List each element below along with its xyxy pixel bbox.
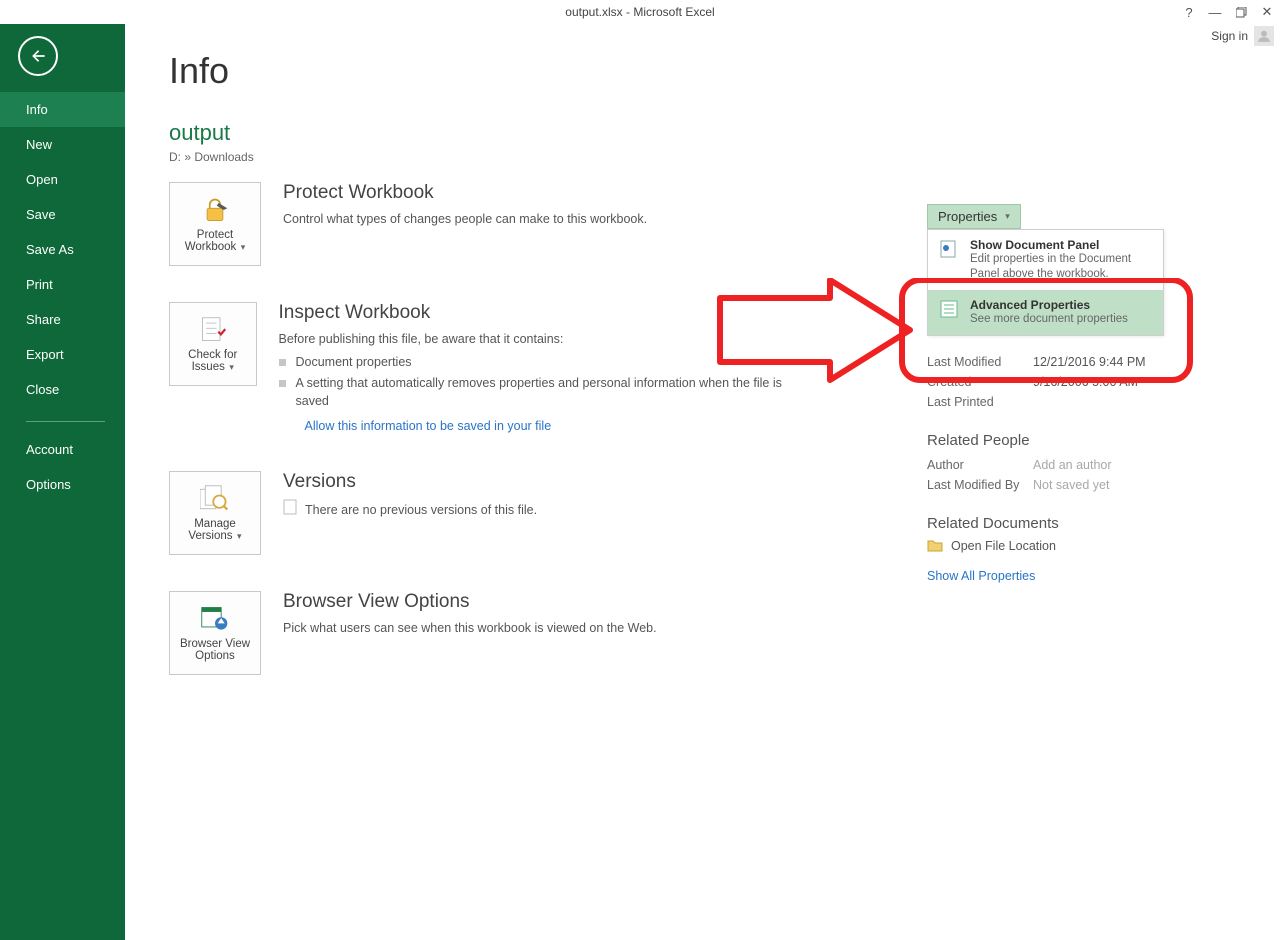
checklist-icon xyxy=(199,315,227,345)
prop-row-last-modified-by: Last Modified ByNot saved yet xyxy=(927,475,1187,495)
versions-desc: There are no previous versions of this f… xyxy=(305,501,537,520)
sidebar-item-save[interactable]: Save xyxy=(0,197,125,232)
back-button[interactable] xyxy=(18,36,58,76)
versions-icon xyxy=(200,484,230,514)
prop-row-last-modified: Last Modified12/21/2016 9:44 PM xyxy=(927,352,1187,372)
sidebar-item-save-as[interactable]: Save As xyxy=(0,232,125,267)
related-documents-heading: Related Documents xyxy=(927,515,1187,532)
show-all-properties-link[interactable]: Show All Properties xyxy=(927,569,1187,583)
show-document-panel-item[interactable]: Show Document PanelEdit properties in th… xyxy=(928,230,1163,290)
sidebar-item-open[interactable]: Open xyxy=(0,162,125,197)
prop-row-created: Created9/16/2006 5:00 AM xyxy=(927,372,1187,392)
versions-heading: Versions xyxy=(283,471,537,493)
open-file-location[interactable]: Open File Location xyxy=(927,538,1187,555)
inspect-heading: Inspect Workbook xyxy=(279,302,790,324)
lock-icon xyxy=(200,195,230,225)
close-icon[interactable]: ✕ xyxy=(1260,5,1274,19)
sidebar-item-info[interactable]: Info xyxy=(0,92,125,127)
protect-desc: Control what types of changes people can… xyxy=(283,210,647,229)
chevron-down-icon: ▾ xyxy=(235,531,242,541)
title-bar: output.xlsx - Microsoft Excel ? — ✕ xyxy=(0,0,1280,24)
folder-icon xyxy=(927,538,943,555)
sidebar-item-close[interactable]: Close xyxy=(0,372,125,407)
inspect-bullet: A setting that automatically removes pro… xyxy=(279,374,790,410)
restore-icon[interactable] xyxy=(1234,5,1248,19)
doc-panel-icon xyxy=(938,238,960,260)
file-name: output xyxy=(169,120,1280,146)
backstage-sidebar: Info New Open Save Save As Print Share E… xyxy=(0,24,125,940)
protect-heading: Protect Workbook xyxy=(283,182,647,204)
chevron-down-icon: ▾ xyxy=(1005,211,1010,222)
sidebar-item-share[interactable]: Share xyxy=(0,302,125,337)
window-title: output.xlsx - Microsoft Excel xyxy=(565,5,714,19)
related-people-heading: Related People xyxy=(927,432,1187,449)
list-icon xyxy=(938,298,960,320)
browser-heading: Browser View Options xyxy=(283,591,657,613)
sidebar-item-export[interactable]: Export xyxy=(0,337,125,372)
check-for-issues-button[interactable]: Check for Issues ▾ xyxy=(169,302,257,386)
browser-view-options-button[interactable]: Browser View Options xyxy=(169,591,261,675)
browser-view-icon xyxy=(200,604,230,634)
sidebar-item-account[interactable]: Account xyxy=(0,432,125,467)
manage-versions-button[interactable]: Manage Versions ▾ xyxy=(169,471,261,555)
sidebar-item-options[interactable]: Options xyxy=(0,467,125,502)
properties-dropdown-menu: Show Document PanelEdit properties in th… xyxy=(927,229,1164,336)
inspect-desc: Before publishing this file, be aware th… xyxy=(279,330,790,349)
prop-row-last-printed: Last Printed xyxy=(927,392,1187,412)
file-path: D: » Downloads xyxy=(169,150,1280,164)
properties-dropdown-button[interactable]: Properties ▾ xyxy=(927,204,1021,229)
browser-desc: Pick what users can see when this workbo… xyxy=(283,619,657,638)
page-title: Info xyxy=(169,50,1280,92)
chevron-down-icon: ▾ xyxy=(238,242,245,252)
protect-workbook-button[interactable]: Protect Workbook ▾ xyxy=(169,182,261,266)
help-icon[interactable]: ? xyxy=(1182,5,1196,19)
sidebar-item-print[interactable]: Print xyxy=(0,267,125,302)
advanced-properties-item[interactable]: Advanced PropertiesSee more document pro… xyxy=(928,290,1163,335)
minimize-icon[interactable]: — xyxy=(1208,5,1222,19)
inspect-bullet: Document properties xyxy=(279,353,790,371)
chevron-down-icon: ▾ xyxy=(227,362,234,372)
sidebar-item-new[interactable]: New xyxy=(0,127,125,162)
doc-icon xyxy=(283,499,297,521)
allow-info-link[interactable]: Allow this information to be saved in yo… xyxy=(305,419,552,433)
prop-row-author[interactable]: AuthorAdd an author xyxy=(927,455,1187,475)
